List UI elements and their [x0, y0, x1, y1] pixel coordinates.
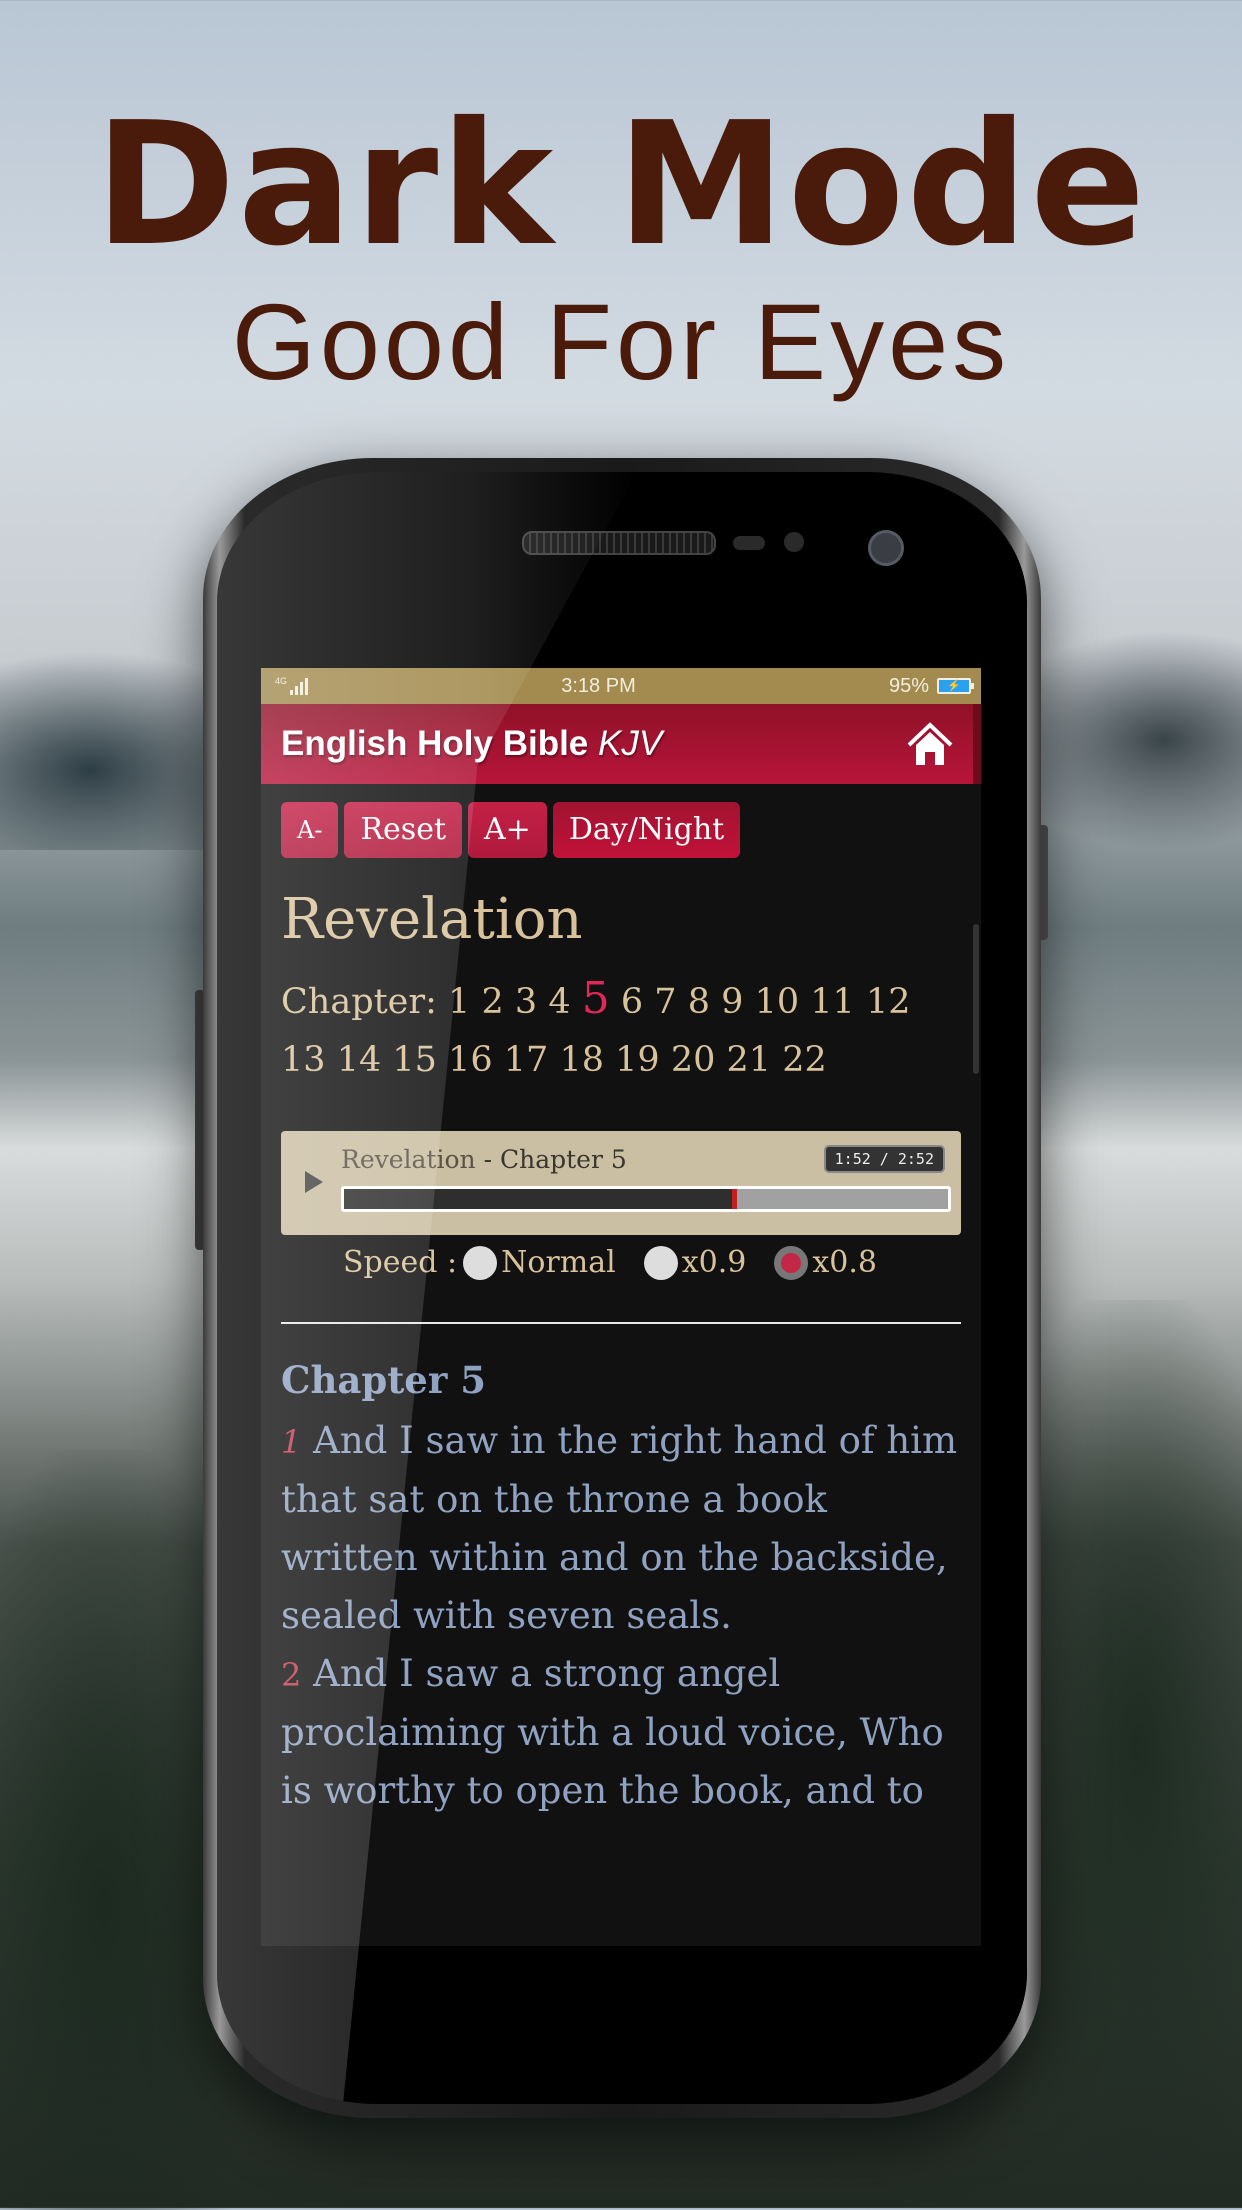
audio-player: Revelation - Chapter 5 1:52 / 2:52 [281, 1131, 961, 1236]
verse-list: 1 And I saw in the right hand of him tha… [281, 1412, 961, 1820]
light-sensor-icon [784, 532, 804, 552]
chapter-link-3[interactable]: 3 [515, 982, 537, 1022]
chapter-label: Chapter: [281, 982, 437, 1023]
radio-button[interactable] [774, 1245, 809, 1280]
book-title: Revelation [281, 887, 583, 952]
network-type: 4G [275, 676, 288, 686]
chapter-link-20[interactable]: 20 [671, 1040, 716, 1080]
track-chapter: Chapter 5 [499, 1145, 627, 1175]
chapter-link-1[interactable]: 1 [448, 982, 470, 1022]
play-icon[interactable] [305, 1171, 323, 1194]
track-separator: - [475, 1145, 500, 1175]
chapter-link-2[interactable]: 2 [481, 982, 503, 1022]
speed-option-label: x0.8 [812, 1245, 877, 1281]
day-night-toggle-button[interactable]: Day/Night [552, 802, 741, 858]
chapter-link-13[interactable]: 13 [281, 1040, 326, 1080]
verse-number: 1 [281, 1423, 302, 1462]
status-bar: 4G 3:18 PM 95% ⚡ [261, 668, 981, 704]
chapter-link-6[interactable]: 6 [621, 982, 643, 1022]
app-title: English Holy Bible KJV [281, 724, 662, 764]
speed-option-normal[interactable]: Normal [463, 1245, 616, 1280]
speed-option-x09[interactable]: x0.9 [643, 1245, 747, 1281]
chapter-link-21[interactable]: 21 [727, 1040, 772, 1080]
promo-subtitle: Good For Eyes [231, 281, 1011, 402]
speed-selector: Speed : Normal x0.9 x0.8 [281, 1245, 961, 1280]
decrease-font-button[interactable]: A- [281, 802, 339, 858]
verse-number: 2 [281, 1656, 302, 1695]
playback-progress-bar[interactable] [341, 1186, 951, 1213]
chapter-heading: Chapter 5 [281, 1358, 486, 1403]
home-icon[interactable] [905, 719, 955, 769]
chapter-link-9[interactable]: 9 [721, 982, 743, 1022]
chapter-link-16[interactable]: 16 [448, 1040, 493, 1080]
chapter-link-15[interactable]: 15 [392, 1040, 437, 1080]
playback-progress-fill [344, 1189, 738, 1210]
signal-bars-icon: 4G [275, 676, 309, 695]
verse-text: And I saw in the right hand of him that … [281, 1419, 958, 1638]
track-book: Revelation [341, 1145, 476, 1175]
app-screen: 4G 3:18 PM 95% ⚡ English Holy Bible KJV … [261, 668, 981, 1946]
radio-button[interactable] [463, 1245, 498, 1280]
chapter-link-11[interactable]: 11 [810, 982, 855, 1022]
promo-title: Dark Mode [94, 86, 1148, 284]
chapter-link-18[interactable]: 18 [559, 1040, 604, 1080]
app-bar: English Holy Bible KJV [261, 704, 981, 784]
chapter-link-19[interactable]: 19 [615, 1040, 660, 1080]
chapter-link-22[interactable]: 22 [782, 1040, 827, 1080]
chapter-link-10[interactable]: 10 [755, 982, 800, 1022]
scrollbar[interactable] [973, 924, 979, 1074]
chapter-link-14[interactable]: 14 [337, 1040, 382, 1080]
verse: 2 And I saw a strong angel proclaiming w… [281, 1645, 961, 1820]
reader-content: A- Reset A+ Day/Night Revelation Chapter… [261, 784, 981, 1820]
battery-status: 95% ⚡ [888, 674, 974, 698]
screen-bottom-area [261, 1828, 981, 1946]
speed-label: Speed : [343, 1245, 458, 1281]
divider [281, 1322, 961, 1325]
verse-text: And I saw a strong angel proclaiming wit… [281, 1652, 944, 1813]
battery-charging-icon: ⚡ [937, 678, 974, 694]
front-camera-icon [868, 530, 904, 566]
phone-speaker-icon [522, 531, 716, 555]
reset-font-button[interactable]: Reset [344, 802, 462, 858]
battery-percent: 95% [888, 674, 929, 697]
speed-option-x08[interactable]: x0.8 [774, 1245, 877, 1280]
increase-font-button[interactable]: A+ [468, 802, 547, 858]
chapter-selector: Chapter: 1 2 3 4 5 6 7 8 9 10 11 12 13 1… [281, 970, 961, 1089]
proximity-sensor-icon [733, 536, 765, 550]
app-title-text: English Holy Bible [281, 724, 589, 763]
chapter-link-7[interactable]: 7 [654, 982, 676, 1022]
radio-button[interactable] [643, 1245, 678, 1280]
playback-time: 1:52 / 2:52 [823, 1145, 945, 1174]
chapter-link-8[interactable]: 8 [688, 982, 710, 1022]
speed-option-label: x0.9 [681, 1245, 747, 1281]
chapter-link-5[interactable]: 5 [582, 973, 610, 1024]
chapter-link-17[interactable]: 17 [504, 1040, 549, 1080]
verse: 1 And I saw in the right hand of him tha… [281, 1412, 961, 1645]
status-time: 3:18 PM [561, 674, 636, 697]
speed-option-label: Normal [501, 1245, 616, 1281]
chapter-link-4[interactable]: 4 [548, 982, 570, 1022]
track-title: Revelation - Chapter 5 [341, 1145, 627, 1174]
chapter-link-12[interactable]: 12 [866, 982, 911, 1022]
font-toolbar: A- Reset A+ Day/Night [281, 802, 961, 858]
app-version: KJV [598, 724, 663, 763]
